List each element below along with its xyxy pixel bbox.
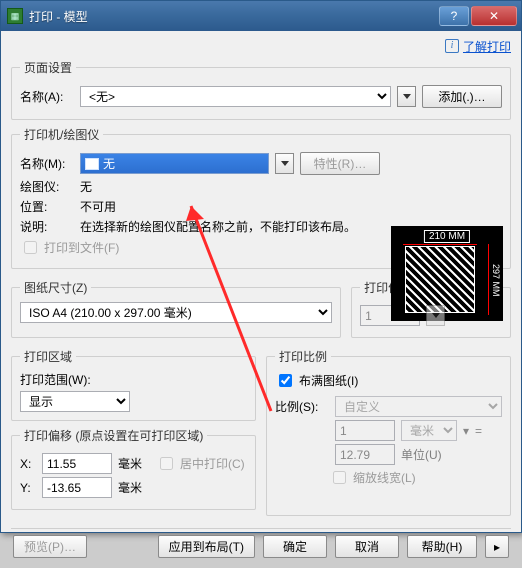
add-pagesetup-button[interactable]: 添加(.)… — [422, 85, 502, 108]
printer-properties-button[interactable]: 特性(R)… — [300, 152, 380, 175]
expand-button[interactable]: ▸ — [485, 535, 509, 558]
scale-ratio-select: 自定义 — [335, 396, 502, 417]
paper-height-label: 297 MM — [491, 264, 501, 297]
paper-size-select[interactable]: ISO A4 (210.00 x 297.00 毫米) — [20, 302, 332, 323]
print-offset-group: 打印偏移 (原点设置在可打印区域) X: 毫米 居中打印(C) Y: 毫米 — [11, 427, 256, 510]
scale-drawing-units-input — [335, 444, 395, 465]
cancel-button[interactable]: 取消 — [335, 535, 399, 558]
offset-x-unit: 毫米 — [118, 455, 142, 472]
offset-y-label: Y: — [20, 481, 36, 495]
copies-spinner[interactable] — [426, 305, 445, 326]
help-button-footer[interactable]: 帮助(H) — [407, 535, 477, 558]
fit-to-paper-label: 布满图纸(I) — [299, 372, 358, 389]
page-setup-group: 页面设置 名称(A): <无> 添加(.)… — [11, 59, 511, 120]
print-range-label: 打印范围(W): — [20, 371, 247, 388]
print-to-file-label: 打印到文件(F) — [44, 239, 119, 256]
printer-icon — [85, 158, 99, 170]
printer-legend: 打印机/绘图仪 — [20, 126, 103, 143]
scale-paper-units-input — [335, 420, 395, 441]
info-icon: i — [445, 39, 459, 53]
offset-y-unit: 毫米 — [118, 479, 142, 496]
chevron-right-icon: ▸ — [494, 540, 500, 554]
fit-to-paper-checkbox[interactable] — [279, 374, 292, 387]
print-to-file-checkbox — [24, 241, 37, 254]
titlebar[interactable]: ▦ 打印 - 模型 ? ✕ — [1, 1, 521, 31]
plotter-label: 绘图仪: — [20, 178, 74, 195]
print-scale-legend: 打印比例 — [275, 348, 331, 365]
page-setup-legend: 页面设置 — [20, 59, 76, 76]
desc-value: 在选择新的绘图仪配置名称之前，不能打印该布局。 — [80, 218, 380, 235]
scale-ratio-label: 比例(S): — [275, 398, 329, 415]
print-offset-legend: 打印偏移 (原点设置在可打印区域) — [20, 427, 207, 444]
window-title: 打印 - 模型 — [29, 8, 437, 25]
center-print-label: 居中打印(C) — [180, 455, 245, 472]
app-icon: ▦ — [7, 8, 23, 24]
ok-button[interactable]: 确定 — [263, 535, 327, 558]
offset-y-input[interactable] — [42, 477, 112, 498]
desc-label: 说明: — [20, 218, 74, 235]
paper-size-legend: 图纸尺寸(Z) — [20, 279, 91, 296]
scale-unit-select: 毫米 — [401, 420, 457, 441]
print-dialog: ▦ 打印 - 模型 ? ✕ i 了解打印 页面设置 名称(A): <无> 添加(… — [0, 0, 522, 533]
help-button[interactable]: ? — [439, 6, 469, 26]
center-print-checkbox — [160, 457, 173, 470]
page-name-select[interactable]: <无> — [80, 86, 391, 107]
print-area-legend: 打印区域 — [20, 348, 76, 365]
printer-name-label: 名称(M): — [20, 155, 74, 172]
location-value: 不可用 — [80, 198, 116, 215]
paper-size-group: 图纸尺寸(Z) ISO A4 (210.00 x 297.00 毫米) — [11, 279, 341, 338]
learn-print-link[interactable]: 了解打印 — [463, 38, 511, 55]
scale-lineweights-label: 缩放线宽(L) — [353, 469, 416, 486]
printer-name-dropdown[interactable] — [275, 153, 294, 174]
apply-to-layout-button[interactable]: 应用到布局(T) — [158, 535, 255, 558]
print-scale-group: 打印比例 布满图纸(I) 比例(S): 自定义 — [266, 348, 511, 516]
print-area-group: 打印区域 打印范围(W): 显示 — [11, 348, 256, 421]
offset-x-label: X: — [20, 457, 36, 471]
page-name-label: 名称(A): — [20, 88, 74, 105]
print-range-select[interactable]: 显示 — [20, 391, 130, 412]
paper-width-label: 210 MM — [424, 230, 470, 243]
printer-name-select[interactable]: 无 — [80, 153, 269, 174]
scale-unit-label: 单位(U) — [401, 446, 442, 463]
paper-preview: 210 MM 297 MM — [391, 226, 503, 321]
page-name-more-button[interactable] — [397, 86, 416, 107]
preview-button[interactable]: 预览(P)… — [13, 535, 87, 558]
scale-lineweights-checkbox — [333, 471, 346, 484]
location-label: 位置: — [20, 198, 74, 215]
printer-name-value: 无 — [103, 155, 115, 172]
close-button[interactable]: ✕ — [471, 6, 517, 26]
offset-x-input[interactable] — [42, 453, 112, 474]
plotter-value: 无 — [80, 178, 92, 195]
